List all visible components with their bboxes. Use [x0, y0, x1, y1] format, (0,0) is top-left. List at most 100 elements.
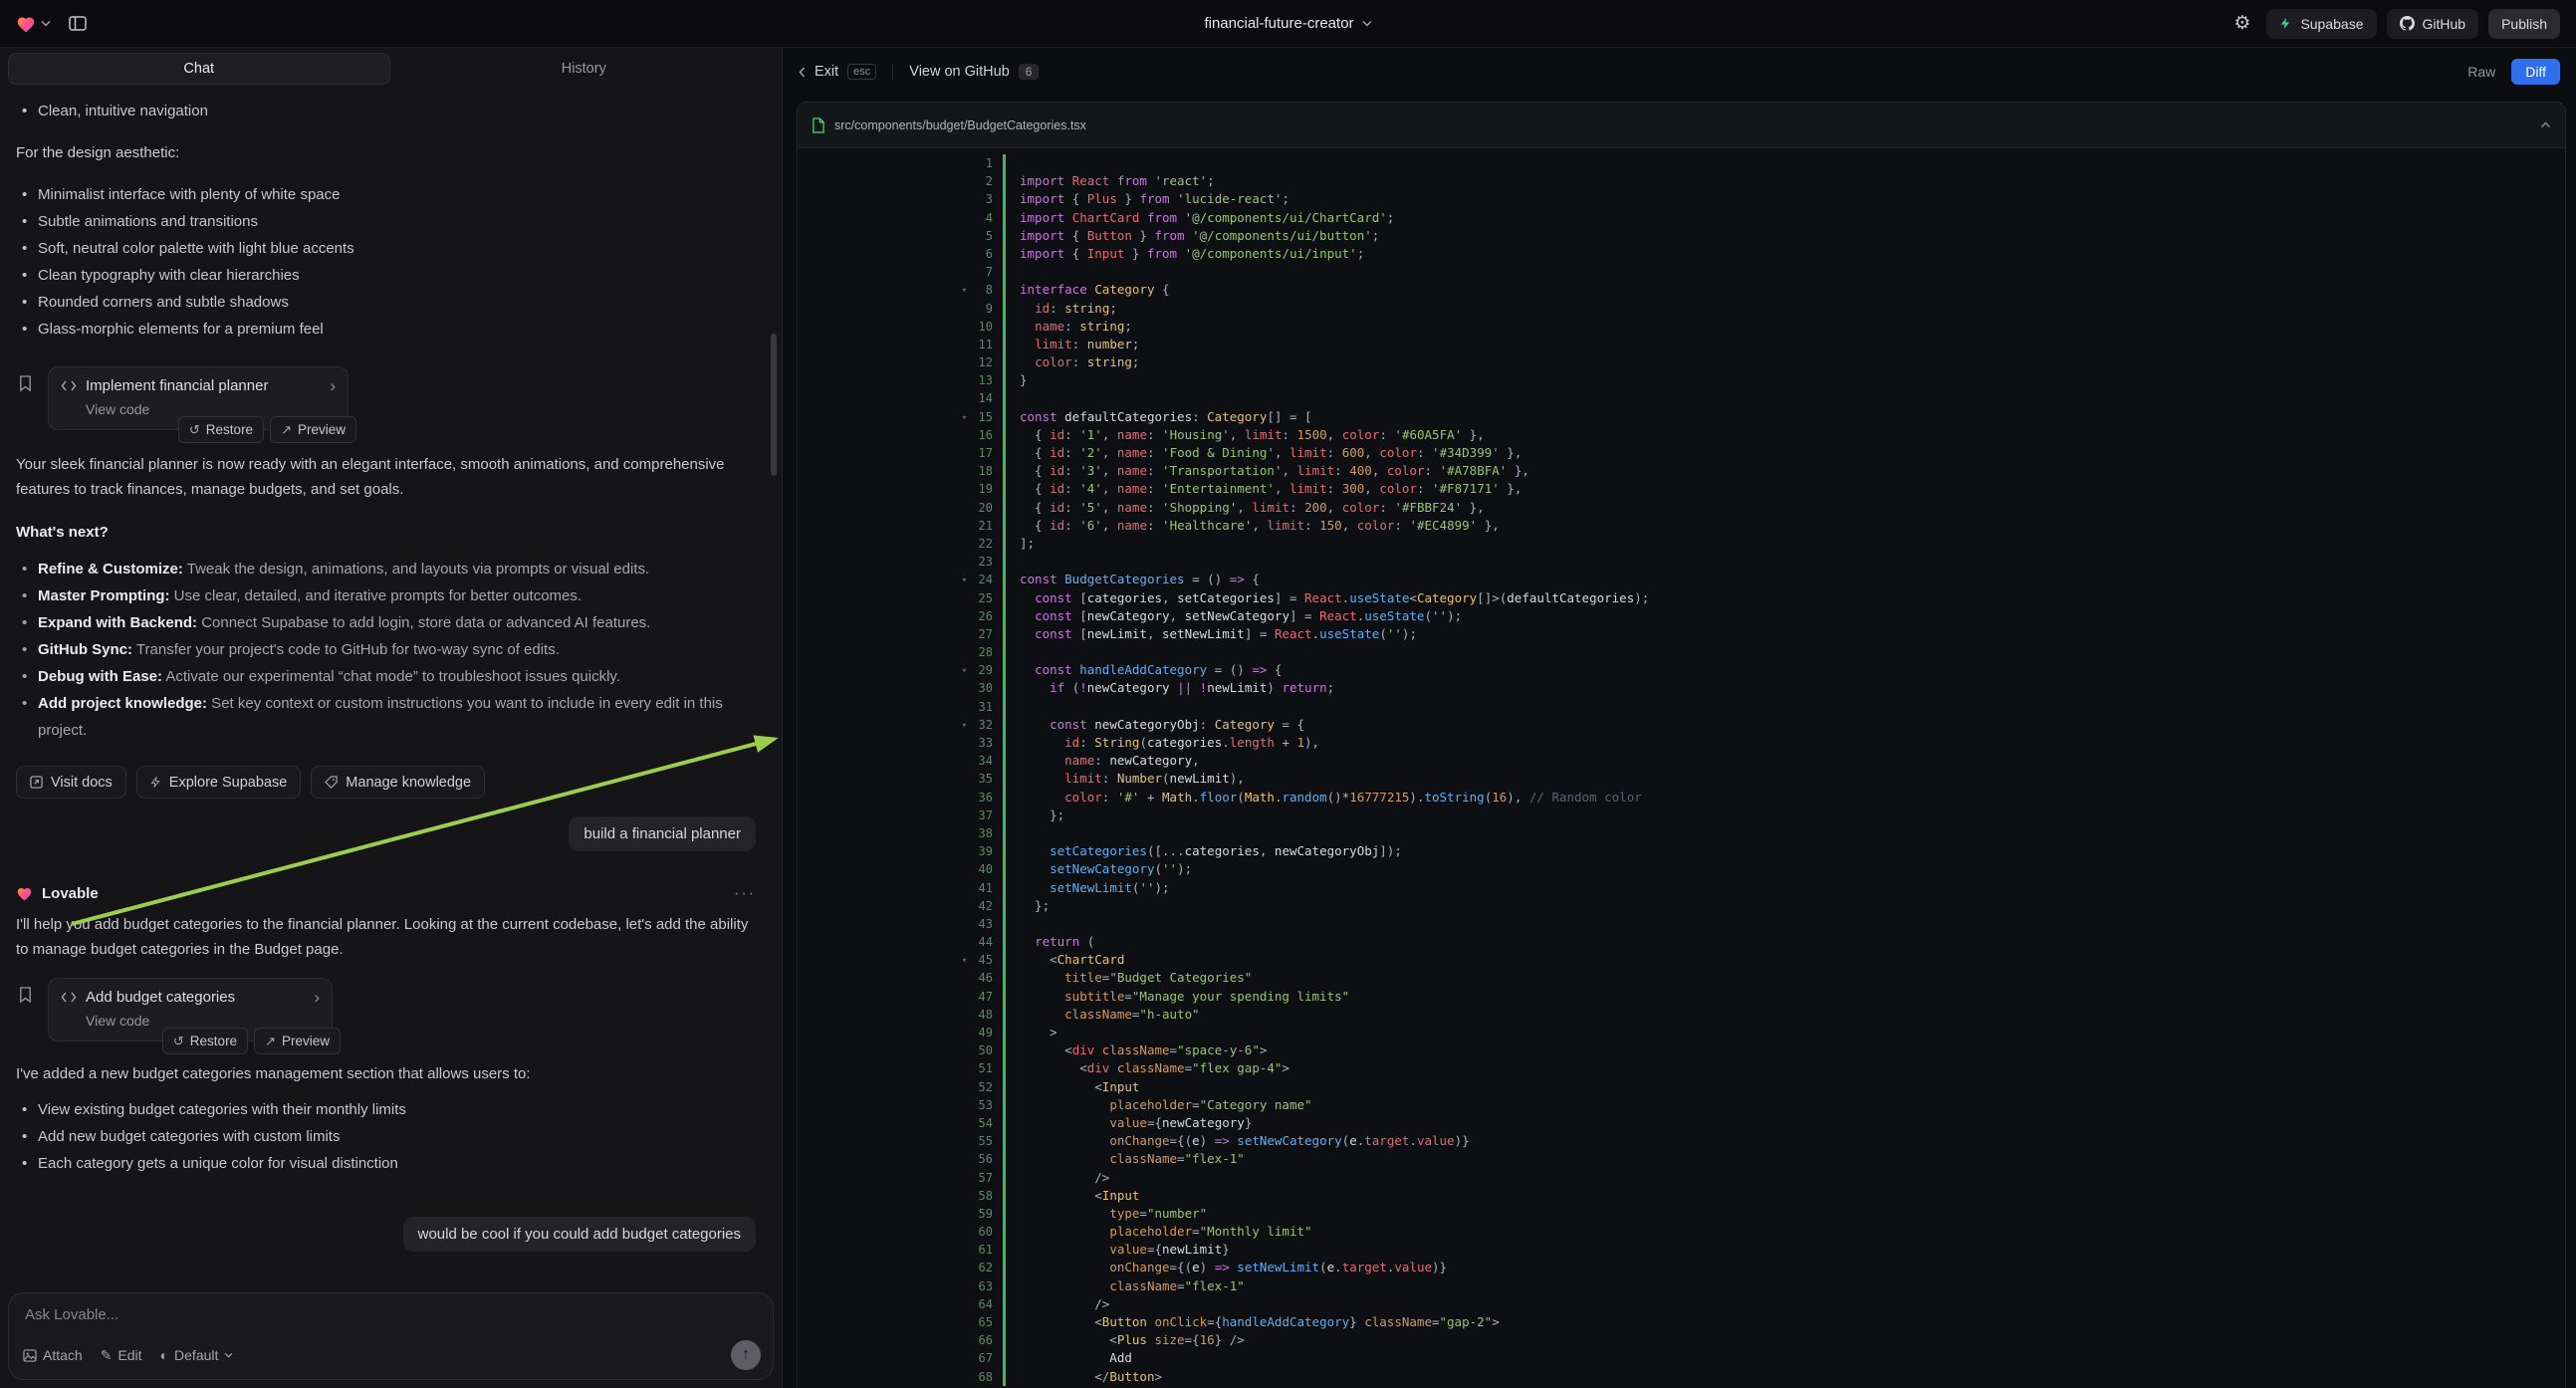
- code-line: 62 onChange={(e) => setNewLimit(e.target…: [798, 1259, 2565, 1276]
- line-number: 23: [798, 553, 1003, 571]
- fold-chevron-icon[interactable]: ▾: [962, 572, 967, 589]
- file-bar[interactable]: src/components/budget/BudgetCategories.t…: [798, 103, 2565, 148]
- design-bullet-list: Minimalist interface with plenty of whit…: [16, 181, 756, 343]
- code-line: 23: [798, 553, 2565, 571]
- raw-button[interactable]: Raw: [2467, 64, 2495, 80]
- github-button[interactable]: GitHub: [2387, 9, 2479, 39]
- panel-icon: [69, 15, 87, 32]
- line-number: 15▾: [798, 408, 1003, 426]
- restore-button[interactable]: ↺ Restore: [162, 1028, 248, 1054]
- lovable-logo-menu[interactable]: [16, 15, 51, 33]
- line-number: 26: [798, 607, 1003, 625]
- code-line: 51 <div className="flex gap-4">: [798, 1059, 2565, 1077]
- line-number: 17: [798, 444, 1003, 462]
- code-text: import { Input } from '@/components/ui/i…: [1006, 245, 1364, 263]
- line-number: 19: [798, 480, 1003, 498]
- supabase-button[interactable]: Supabase: [2266, 9, 2376, 39]
- diff-button[interactable]: Diff: [2511, 59, 2560, 85]
- fold-chevron-icon[interactable]: ▾: [962, 662, 967, 680]
- code-text: const BudgetCategories = () => {: [1006, 571, 1260, 588]
- bullet-item: Rounded corners and subtle shadows: [16, 289, 756, 316]
- code-editor[interactable]: 12import React from 'react';3import { Pl…: [798, 148, 2565, 1388]
- bookmark-icon[interactable]: [18, 374, 33, 392]
- file-path: src/components/budget/BudgetCategories.t…: [834, 118, 1086, 132]
- view-code-link[interactable]: View code: [86, 1013, 320, 1029]
- line-number: 68: [798, 1368, 1003, 1386]
- line-number: 55: [798, 1132, 1003, 1150]
- code-line: 13}: [798, 371, 2565, 389]
- chat-composer: Attach ✎ Edit ◐ Default ↑: [8, 1292, 774, 1380]
- line-number: 36: [798, 789, 1003, 807]
- tab-history[interactable]: History: [394, 53, 775, 85]
- view-on-github-button[interactable]: View on GitHub 6: [909, 64, 1039, 80]
- view-code-link[interactable]: View code: [86, 401, 336, 417]
- code-line: 46 title="Budget Categories": [798, 969, 2565, 987]
- edit-label: Edit: [117, 1347, 141, 1363]
- mode-icon: ◐: [160, 1348, 168, 1362]
- chat-scrollbar[interactable]: [771, 334, 777, 476]
- code-header: Exit esc View on GitHub 6 Raw Diff: [783, 48, 2576, 96]
- sidebar-toggle-button[interactable]: [69, 15, 87, 32]
- publish-button[interactable]: Publish: [2488, 9, 2560, 39]
- visit-docs-button[interactable]: Visit docs: [16, 766, 126, 799]
- line-number: 53: [798, 1096, 1003, 1114]
- code-text: setNewCategory('');: [1006, 860, 1192, 878]
- restore-label: Restore: [206, 422, 253, 437]
- line-number: 1: [798, 154, 1003, 172]
- line-number: 67: [798, 1349, 1003, 1367]
- bullet-item: Minimalist interface with plenty of whit…: [16, 181, 756, 208]
- code-text: onChange={(e) => setNewLimit(e.target.va…: [1006, 1259, 1447, 1276]
- line-number: 4: [798, 209, 1003, 227]
- manage-knowledge-button[interactable]: Manage knowledge: [311, 766, 485, 799]
- code-line: 28: [798, 643, 2565, 661]
- fold-chevron-icon[interactable]: ▾: [962, 952, 967, 970]
- code-line: 48 className="h-auto": [798, 1006, 2565, 1024]
- fold-chevron-icon[interactable]: ▾: [962, 282, 967, 300]
- attach-button[interactable]: Attach: [23, 1347, 83, 1363]
- fold-chevron-icon[interactable]: ▾: [962, 717, 967, 735]
- line-number: 47: [798, 988, 1003, 1006]
- code-line: 4import ChartCard from '@/components/ui/…: [798, 209, 2565, 227]
- code-line: 22];: [798, 535, 2565, 553]
- restore-button[interactable]: ↺ Restore: [178, 416, 264, 443]
- line-number: 31: [798, 698, 1003, 716]
- project-switcher[interactable]: financial-future-creator: [1204, 0, 1371, 47]
- line-number: 3: [798, 190, 1003, 208]
- chat-scroll-area[interactable]: Clean, intuitive navigation For the desi…: [0, 90, 782, 1284]
- code-text: const [newLimit, setNewLimit] = React.us…: [1006, 625, 1417, 643]
- assistant-header: Lovable ···: [16, 885, 756, 902]
- code-text: name: newCategory,: [1006, 752, 1200, 770]
- file-icon: [812, 117, 824, 133]
- bookmark-icon[interactable]: [18, 986, 33, 1004]
- explore-supabase-button[interactable]: Explore Supabase: [136, 766, 302, 799]
- diff-added-bar: [1003, 389, 1006, 407]
- preview-button[interactable]: ↗ Preview: [254, 1028, 341, 1054]
- code-text: name: string;: [1006, 318, 1132, 336]
- edit-button[interactable]: ✎ Edit: [101, 1347, 142, 1363]
- user-message-row: build a financial planner: [16, 816, 756, 851]
- line-number: 52: [798, 1078, 1003, 1096]
- line-number: 10: [798, 318, 1003, 336]
- settings-button[interactable]: ⚙: [2233, 14, 2250, 33]
- collapse-chevron-button[interactable]: [2540, 121, 2551, 128]
- send-button[interactable]: ↑: [731, 1340, 761, 1370]
- code-line: 31: [798, 698, 2565, 716]
- line-number: 63: [798, 1277, 1003, 1295]
- preview-button[interactable]: ↗ Preview: [270, 416, 356, 443]
- ready-paragraph: Your sleek financial planner is now read…: [16, 452, 756, 502]
- code-line: 39 setCategories([...categories, newCate…: [798, 842, 2565, 860]
- diff-added-bar: [1003, 698, 1006, 716]
- line-number: 16: [798, 426, 1003, 444]
- chat-tabs: Chat History: [0, 48, 782, 90]
- chat-input[interactable]: [25, 1306, 757, 1323]
- default-mode-button[interactable]: ◐ Default: [160, 1347, 234, 1363]
- github-icon: [2400, 16, 2415, 31]
- code-panel: Exit esc View on GitHub 6 Raw Diff src/c…: [783, 48, 2576, 1388]
- tab-chat[interactable]: Chat: [8, 53, 390, 85]
- code-text: const newCategoryObj: Category = {: [1006, 716, 1304, 734]
- fold-chevron-icon[interactable]: ▾: [962, 409, 967, 427]
- more-options-button[interactable]: ···: [734, 886, 756, 902]
- diff-added-bar: [1003, 643, 1006, 661]
- code-text: color: string;: [1006, 353, 1139, 371]
- exit-button[interactable]: Exit esc: [799, 64, 876, 80]
